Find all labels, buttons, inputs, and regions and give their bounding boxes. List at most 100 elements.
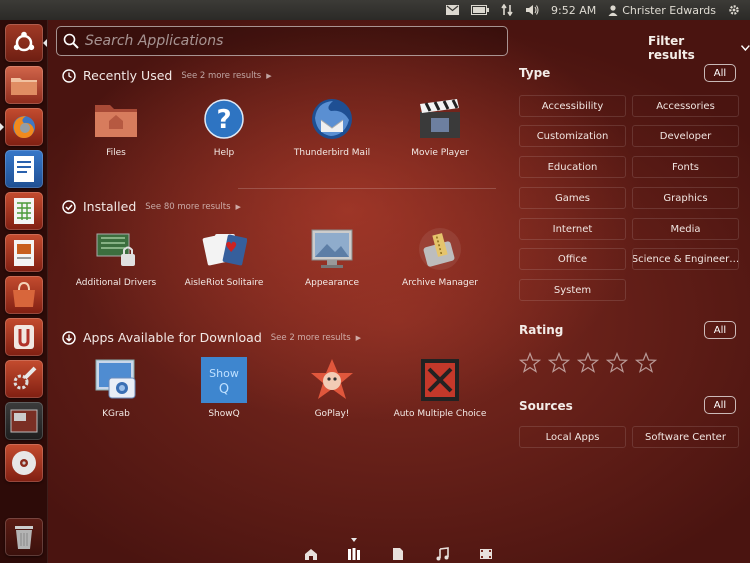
writer-icon[interactable] [5, 150, 43, 188]
impress-icon[interactable] [5, 234, 43, 272]
movie-player-icon [417, 96, 463, 142]
additional-drivers-icon [93, 226, 139, 272]
app-tile[interactable]: Auto Multiple Choice [386, 357, 494, 421]
chevron-right-icon: ▶ [355, 333, 362, 342]
filter-office[interactable]: Office [519, 248, 626, 270]
app-tile[interactable]: Thunderbird Mail [278, 96, 386, 160]
rating-star-3[interactable] [577, 352, 599, 374]
section-apps-available-for-download: Apps Available for Download See 2 more r… [62, 330, 361, 345]
workspace-switcher-icon[interactable] [5, 402, 43, 440]
section-title: Apps Available for Download [83, 330, 262, 345]
active-lens-indicator [351, 538, 357, 542]
dash: Filter results Recently Used See 2 more … [48, 20, 750, 563]
app-label: GoPlay! [314, 409, 350, 419]
sources-all-button[interactable]: All [704, 396, 736, 414]
filter-games[interactable]: Games [519, 187, 626, 209]
filter-developer[interactable]: Developer [632, 125, 739, 147]
filter-local-apps[interactable]: Local Apps [519, 426, 626, 448]
filter-results-toggle[interactable]: Filter results [648, 34, 750, 62]
gear-icon[interactable] [722, 0, 746, 20]
network-icon[interactable] [495, 0, 519, 20]
app-tile[interactable]: Archive Manager [386, 226, 494, 290]
help-icon: ? [201, 96, 247, 142]
app-label: Additional Drivers [75, 278, 157, 288]
svg-text:Q: Q [219, 382, 229, 397]
app-label: Help [213, 148, 235, 158]
chevron-down-icon [741, 45, 750, 51]
app-tile[interactable]: Files [62, 96, 170, 160]
trash-icon[interactable] [5, 518, 43, 556]
chevron-right-icon: ▶ [235, 202, 241, 211]
app-label: AisleRiot Solitaire [184, 278, 264, 288]
ubuntu-one-icon[interactable] [5, 318, 43, 356]
app-tile[interactable]: Additional Drivers [62, 226, 170, 290]
see-more-link[interactable]: See 80 more results [145, 202, 230, 212]
launcher [0, 20, 48, 563]
filter-accessories[interactable]: Accessories [632, 95, 739, 117]
rating-star-5[interactable] [635, 352, 657, 374]
filter-fonts[interactable]: Fonts [632, 156, 739, 178]
user-menu[interactable]: Christer Edwards [602, 0, 722, 20]
see-more-link[interactable]: See 2 more results [271, 333, 351, 343]
software-center-icon[interactable] [5, 276, 43, 314]
dvd-icon[interactable] [5, 444, 43, 482]
auto-multiple-choice-icon [417, 357, 463, 403]
type-all-button[interactable]: All [704, 64, 736, 82]
app-label: Appearance [304, 278, 360, 288]
kgrab-icon [93, 357, 139, 403]
archive-manager-icon [417, 226, 463, 272]
app-tile[interactable]: ? Help [170, 96, 278, 160]
app-tile[interactable]: Show Q ShowQ [170, 357, 278, 421]
system-settings-icon[interactable] [5, 360, 43, 398]
video-lens-icon[interactable] [478, 546, 494, 562]
files-lens-icon[interactable] [390, 546, 406, 562]
clock[interactable]: 9:52 AM [545, 0, 602, 20]
volume-icon[interactable] [519, 0, 545, 20]
filter-results-label: Filter results [648, 34, 695, 62]
filter-internet[interactable]: Internet [519, 218, 626, 240]
applications-lens-icon[interactable] [346, 546, 362, 562]
app-label: Thunderbird Mail [293, 148, 371, 158]
battery-icon[interactable] [465, 0, 495, 20]
filter-type-title: Type [519, 66, 551, 80]
filter-graphics[interactable]: Graphics [632, 187, 739, 209]
clock-time: 9:52 AM [551, 3, 597, 17]
section-title: Installed [83, 199, 137, 214]
rating-star-1[interactable] [519, 352, 541, 374]
rating-star-2[interactable] [548, 352, 570, 374]
filter-education[interactable]: Education [519, 156, 626, 178]
app-tile[interactable]: GoPlay! [278, 357, 386, 421]
filter-media[interactable]: Media [632, 218, 739, 240]
home-lens-icon[interactable] [303, 546, 319, 562]
search-box[interactable] [56, 26, 508, 56]
calc-icon[interactable] [5, 192, 43, 230]
music-lens-icon[interactable] [434, 546, 450, 562]
search-input[interactable] [85, 33, 485, 49]
clock-icon [62, 68, 76, 83]
ubuntu-dash-icon[interactable] [5, 24, 43, 62]
filter-science-engineering[interactable]: Science & Engineer… [632, 248, 739, 270]
rating-all-button[interactable]: All [704, 321, 736, 339]
files-icon[interactable] [5, 66, 43, 104]
app-tile[interactable]: Appearance [278, 226, 386, 290]
mail-icon[interactable] [440, 0, 465, 20]
filter-accessibility[interactable]: Accessibility [519, 95, 626, 117]
filter-customization[interactable]: Customization [519, 125, 626, 147]
filter-software-center[interactable]: Software Center [632, 426, 739, 448]
see-more-link[interactable]: See 2 more results [181, 71, 261, 81]
app-tile[interactable]: KGrab [62, 357, 170, 421]
filter-sources-title: Sources [519, 399, 573, 413]
section-title: Recently Used [83, 68, 173, 83]
check-circle-icon [62, 199, 76, 214]
firefox-icon[interactable] [5, 108, 43, 146]
app-tile[interactable]: ♥ AisleRiot Solitaire [170, 226, 278, 290]
top-panel: 9:52 AM Christer Edwards [0, 0, 750, 20]
app-tile[interactable]: Movie Player [386, 96, 494, 160]
appearance-icon [309, 226, 355, 272]
thunderbird-icon [309, 96, 355, 142]
filter-system[interactable]: System [519, 279, 626, 301]
aisleriot-icon: ♥ [201, 226, 247, 272]
chevron-right-icon: ▶ [266, 71, 272, 80]
svg-text:?: ? [216, 105, 231, 135]
rating-star-4[interactable] [606, 352, 628, 374]
